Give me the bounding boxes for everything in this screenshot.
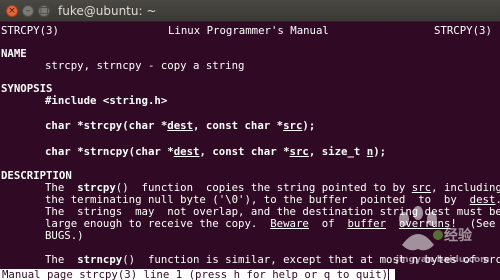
name-text: strcpy, strncpy - copy a string — [45, 59, 245, 72]
title-bar[interactable]: × – □ fuke@ubuntu: ~ — [0, 0, 500, 22]
proto2-dest: dest — [173, 145, 200, 158]
include-line: #include <string.h> — [45, 94, 168, 107]
proto2-part-a: char *strncpy(char * — [45, 145, 174, 158]
strcpy-prototype: char *strcpy(char *dest, const char *src… — [45, 120, 315, 132]
proto1-src: src — [283, 119, 303, 132]
desc4-beware: Beware — [270, 217, 309, 230]
paw-logo-icon — [399, 206, 443, 251]
minimize-icon: – — [25, 6, 31, 16]
maximize-window-button[interactable]: □ — [38, 5, 50, 17]
man-header: STRCPY(3) Linux Programmer's Manual STRCPY… — [1, 24, 492, 37]
name-heading: NAME — [1, 47, 27, 60]
header-right: STRCPY(3) — [434, 24, 492, 37]
proto2-src: src — [289, 145, 309, 158]
watermark-url: jingyan.baidu.com — [396, 255, 490, 265]
window-title: fuke@ubuntu: ~ — [58, 4, 157, 18]
header-center: Linux Programmer's Manual — [168, 24, 329, 37]
proto1-part-a: char *strcpy(char * — [45, 119, 168, 132]
desc4-part-b: of — [308, 217, 348, 230]
proto2-part-d: ); — [373, 145, 387, 158]
strncpy-prototype: char *strncpy(char *dest, const char *sr… — [45, 146, 386, 158]
description-line-5: BUGS.) — [45, 229, 84, 242]
window-controls: × – □ — [6, 5, 50, 17]
proto1-part-c: ); — [302, 119, 316, 132]
proto2-part-c: , size_t — [308, 145, 367, 158]
proto2-part-b: , const char * — [199, 145, 290, 158]
proto1-part-b: , const char * — [193, 119, 284, 132]
desc4-buffer: buffer — [347, 217, 387, 230]
minimize-window-button[interactable]: – — [22, 5, 34, 17]
desc6-part-a: The — [45, 253, 78, 266]
close-icon: × — [8, 6, 16, 16]
baidu-watermark: 经验 jingyan.baidu.com — [390, 205, 500, 280]
proto1-dest: dest — [167, 119, 194, 132]
close-window-button[interactable]: × — [6, 5, 18, 17]
watermark-brand: 经验 — [444, 228, 472, 244]
terminal-window: × – □ fuke@ubuntu: ~ STRCPY(3) Linux Prog… — [0, 0, 500, 280]
maximize-icon: □ — [39, 6, 49, 16]
header-left: STRCPY(3) — [1, 24, 59, 37]
pager-status-bar: Manual page strcpy(3) line 1 (press h fo… — [0, 269, 388, 280]
desc6-strncpy: strncpy — [77, 253, 123, 266]
